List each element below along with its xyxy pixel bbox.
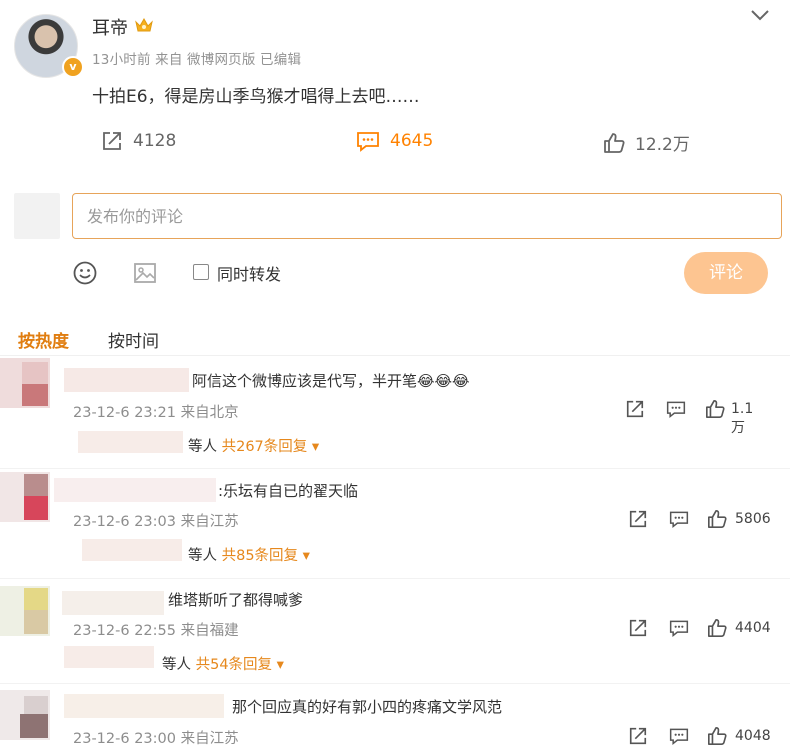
reply-count: 共85条回复 <box>221 548 299 564</box>
tab-sort-by-hot[interactable]: 按热度 <box>18 327 69 352</box>
share-icon[interactable] <box>628 509 648 529</box>
view-replies-link[interactable]: 等人 共267条回复 ▾ <box>188 435 319 456</box>
comment-location: 来自福建 <box>180 623 239 639</box>
thumbs-up-icon[interactable] <box>707 618 727 638</box>
commenter-avatar[interactable] <box>0 358 50 408</box>
my-avatar <box>14 193 60 239</box>
comment-meta: 23-12-6 23:00 来自江苏 <box>73 727 239 748</box>
comment-time: 23-12-6 23:00 <box>73 731 176 747</box>
share-count: 4128 <box>133 131 177 151</box>
like-button[interactable]: 12.2万 <box>603 130 690 155</box>
comment-button[interactable]: 4645 <box>356 130 433 152</box>
comment-icon <box>356 130 380 152</box>
author-name[interactable]: 耳帝 <box>92 14 128 40</box>
comment-location: 来自北京 <box>180 405 239 421</box>
comment-text: 那个回应真的好有郭小四的疼痛文学风范 <box>232 698 503 716</box>
reply-count: 共267条回复 <box>221 439 308 455</box>
reply-count: 共54条回复 <box>195 657 273 673</box>
view-replies-link[interactable]: 等人 共54条回复 ▾ <box>162 653 284 674</box>
divider <box>0 355 790 356</box>
comment-text: :乐坛有自已的翟天临 <box>218 482 359 500</box>
commenter-name[interactable] <box>64 368 189 392</box>
share-button[interactable]: 4128 <box>101 130 176 152</box>
comment-meta: 23-12-6 23:03 来自江苏 <box>73 510 239 531</box>
divider <box>0 468 790 469</box>
post-text: 十拍E6，得是房山季鸟猴才唱得上去吧…… <box>92 87 420 107</box>
commenter-name[interactable] <box>62 591 164 615</box>
commenter-name[interactable] <box>54 478 216 502</box>
commenter-avatar[interactable] <box>0 586 50 636</box>
like-count: 12.2万 <box>635 135 690 155</box>
emoji-icon[interactable] <box>72 260 98 286</box>
post-meta: 13小时前 来自 微博网页版 已编辑 <box>92 52 302 68</box>
reply-users <box>78 431 183 453</box>
comment-icon[interactable] <box>669 618 689 638</box>
divider <box>0 578 790 579</box>
reply-prefix: 等人 <box>188 439 217 455</box>
comment-time: 23-12-6 23:21 <box>73 405 176 421</box>
comment-icon[interactable] <box>669 509 689 529</box>
share-icon[interactable] <box>628 618 648 638</box>
comment-count: 4645 <box>390 131 434 151</box>
caret-down-icon: ▾ <box>276 657 284 673</box>
comment-text: 阿信这个微博应该是代写，半开笔😂😂😂 <box>192 372 470 390</box>
comment-meta: 23-12-6 23:21 来自北京 <box>73 401 239 422</box>
submit-comment-button[interactable]: 评论 <box>684 252 768 294</box>
caret-down-icon: ▾ <box>311 439 320 455</box>
comment-time: 23-12-6 22:55 <box>73 623 176 639</box>
reply-prefix: 等人 <box>188 548 217 564</box>
repost-checkbox[interactable] <box>193 264 209 280</box>
tab-sort-by-time[interactable]: 按时间 <box>108 327 159 352</box>
verified-badge: v <box>62 56 84 78</box>
comment-location: 来自江苏 <box>180 514 239 530</box>
comment-icon[interactable] <box>666 399 686 419</box>
comment-like-count: 5806 <box>735 511 771 527</box>
chevron-down-icon[interactable] <box>749 6 771 24</box>
comment-text: 维塔斯听了都得喊爹 <box>168 591 304 609</box>
view-replies-link[interactable]: 等人 共85条回复 ▾ <box>188 544 310 565</box>
image-icon[interactable] <box>132 260 158 286</box>
share-icon[interactable] <box>625 399 645 419</box>
crown-icon <box>134 16 154 34</box>
reply-prefix: 等人 <box>162 657 191 673</box>
thumbs-up-icon <box>603 132 625 154</box>
comment-like-count: 1.1万 <box>731 401 754 436</box>
commenter-avatar[interactable] <box>0 690 50 740</box>
comment-input[interactable] <box>72 193 782 239</box>
comment-like-count: 4404 <box>735 620 771 636</box>
reply-users <box>82 539 182 561</box>
share-icon <box>101 130 123 152</box>
comment-like-count: 4048 <box>735 728 771 744</box>
repost-label[interactable]: 同时转发 <box>217 261 281 285</box>
comment-time: 23-12-6 23:03 <box>73 514 176 530</box>
commenter-avatar[interactable] <box>0 472 50 522</box>
reply-users <box>64 646 154 668</box>
comment-icon[interactable] <box>669 726 689 746</box>
thumbs-up-icon[interactable] <box>707 726 727 746</box>
thumbs-up-icon[interactable] <box>705 399 725 419</box>
comment-location: 来自江苏 <box>180 731 239 747</box>
commenter-name[interactable] <box>64 694 224 718</box>
divider <box>0 683 790 684</box>
share-icon[interactable] <box>628 726 648 746</box>
caret-down-icon: ▾ <box>302 548 310 564</box>
thumbs-up-icon[interactable] <box>707 509 727 529</box>
comment-meta: 23-12-6 22:55 来自福建 <box>73 619 239 640</box>
